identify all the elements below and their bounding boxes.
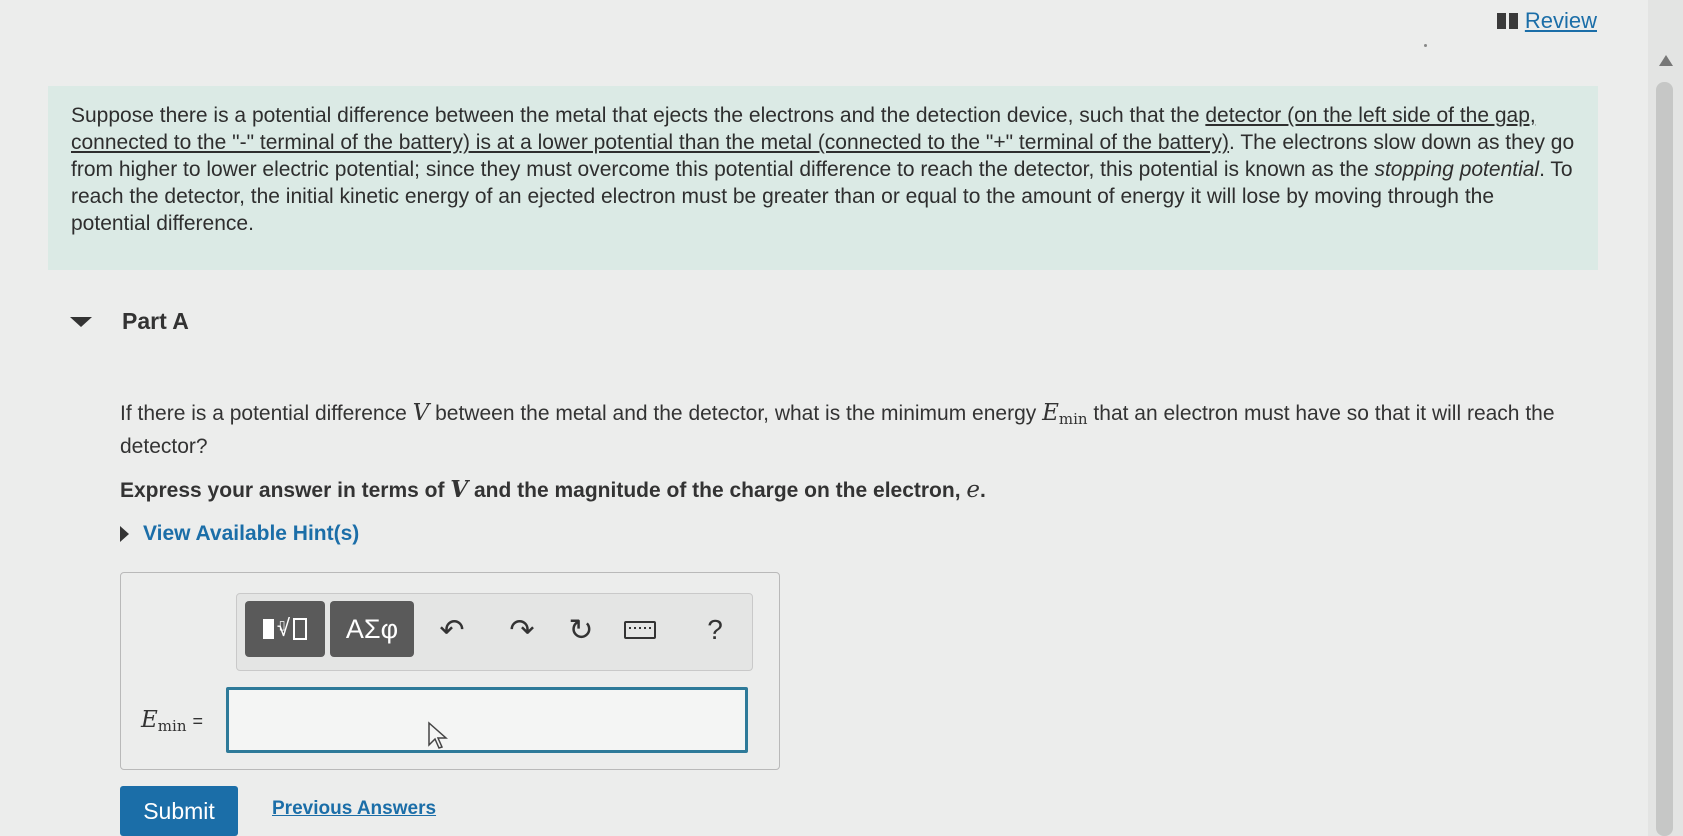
math-toolbar: √ ▯ ΑΣφ ↶ ↷ ↻ ? bbox=[236, 593, 753, 671]
symbols-button[interactable]: ΑΣφ bbox=[330, 601, 414, 657]
answer-label-var: E bbox=[141, 707, 158, 733]
previous-answers-link[interactable]: Previous Answers bbox=[272, 798, 436, 820]
part-title: Part A bbox=[122, 308, 189, 334]
instruction-text-3: . bbox=[980, 479, 986, 502]
variable-v: V bbox=[412, 400, 430, 426]
reset-icon[interactable]: ↻ bbox=[563, 612, 599, 648]
question-text-2: between the metal and the detector, what… bbox=[429, 402, 1043, 425]
scroll-up-arrow-icon[interactable] bbox=[1659, 55, 1673, 66]
book-icon bbox=[1496, 13, 1519, 29]
variable-e: E bbox=[1042, 400, 1059, 426]
view-hints-toggle[interactable]: View Available Hint(s) bbox=[120, 522, 359, 546]
answer-label: Emin = bbox=[141, 707, 203, 735]
answer-box: √ ▯ ΑΣφ ↶ ↷ ↻ ? Emin = bbox=[120, 572, 780, 770]
instruction-variable-v: V bbox=[450, 476, 469, 503]
instruction-text-2: and the magnitude of the charge on the e… bbox=[468, 479, 967, 502]
review-link[interactable]: Review bbox=[1496, 8, 1597, 34]
answer-input[interactable] bbox=[226, 687, 748, 753]
instruction-text-1: Express your answer in terms of bbox=[120, 479, 451, 502]
keyboard-icon[interactable] bbox=[622, 612, 658, 648]
part-a-header[interactable]: Part A bbox=[70, 308, 189, 335]
hints-label: View Available Hint(s) bbox=[143, 522, 360, 545]
intro-passage: Suppose there is a potential difference … bbox=[48, 86, 1598, 270]
scrollbar-thumb[interactable] bbox=[1656, 82, 1673, 836]
answer-instruction: Express your answer in terms of V and th… bbox=[120, 476, 986, 503]
variable-e-min: Emin bbox=[1042, 400, 1088, 428]
answer-label-subscript: min bbox=[157, 717, 187, 735]
help-icon[interactable]: ? bbox=[697, 612, 733, 648]
review-label: Review bbox=[1524, 8, 1597, 33]
intro-text-1: Suppose there is a potential difference … bbox=[71, 104, 1206, 127]
scrollbar[interactable] bbox=[1648, 0, 1683, 836]
question-text-1: If there is a potential difference bbox=[120, 402, 413, 425]
templates-icon: √ ▯ bbox=[262, 617, 308, 641]
instruction-variable-e: e bbox=[966, 477, 980, 503]
background-dot bbox=[1424, 44, 1427, 47]
variable-subscript: min bbox=[1058, 410, 1088, 428]
intro-italic-term: stopping potential bbox=[1374, 158, 1540, 181]
symbols-icon: ΑΣφ bbox=[345, 613, 399, 644]
answer-label-equals: = bbox=[192, 711, 203, 731]
mouse-cursor-icon bbox=[428, 721, 448, 749]
templates-button[interactable]: √ ▯ bbox=[245, 601, 325, 657]
question-text: If there is a potential difference V bet… bbox=[120, 400, 1570, 460]
submit-button[interactable]: Submit bbox=[120, 786, 238, 836]
expand-caret-icon bbox=[120, 526, 129, 542]
redo-icon[interactable]: ↷ bbox=[504, 612, 540, 648]
undo-icon[interactable]: ↶ bbox=[434, 612, 470, 648]
collapse-caret-icon[interactable] bbox=[70, 316, 92, 327]
